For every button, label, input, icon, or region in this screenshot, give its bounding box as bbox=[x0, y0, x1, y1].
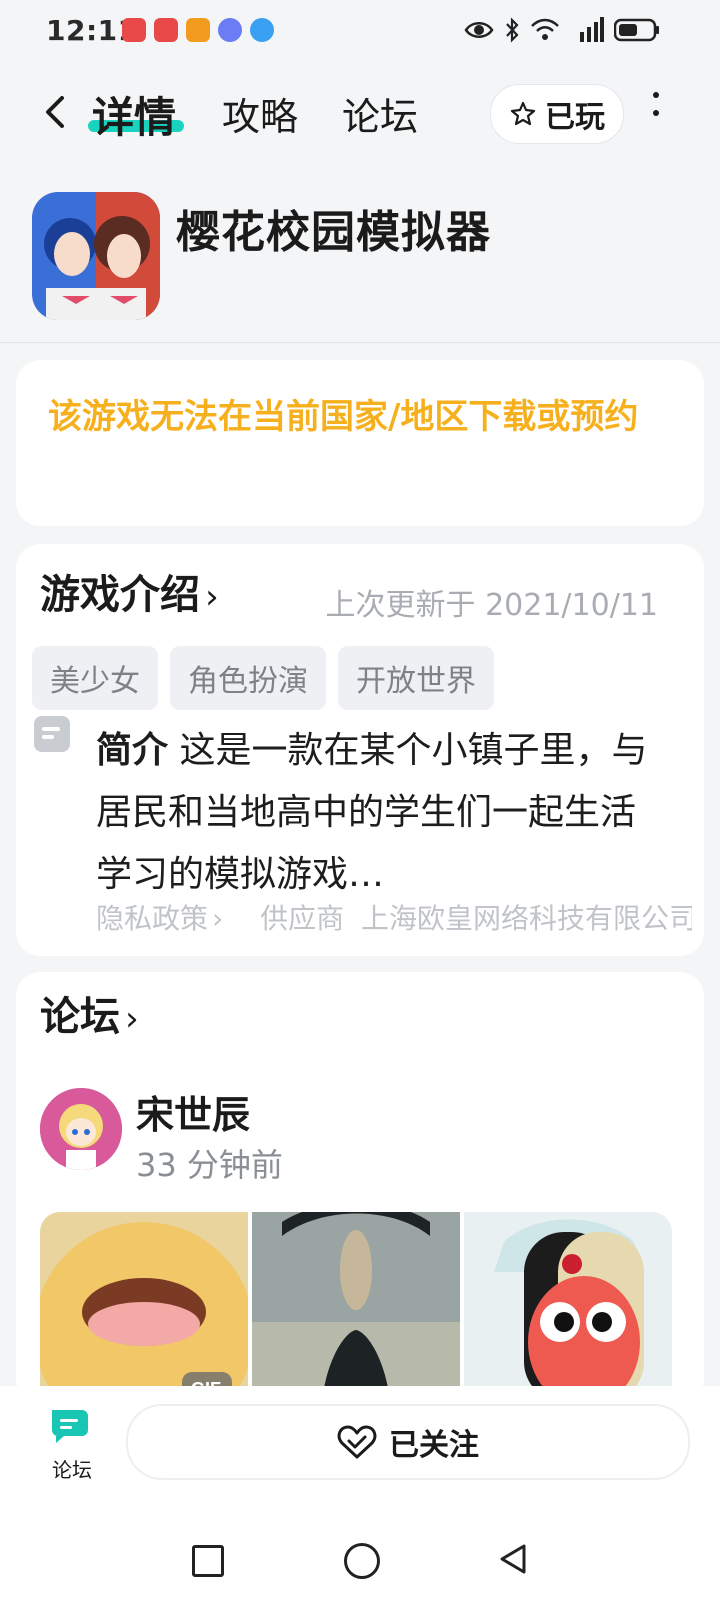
header-divider bbox=[0, 342, 720, 343]
tag[interactable]: 美少女 bbox=[32, 646, 158, 710]
supplier-label: 供应商 bbox=[260, 902, 345, 935]
heart-check-icon bbox=[337, 1425, 377, 1459]
game-intro-header[interactable]: 游戏介绍 › bbox=[40, 562, 219, 620]
policy-row: 隐私政策 › 供应商 上海欧皇网络科技有限公司 bbox=[96, 897, 692, 937]
post-image[interactable] bbox=[464, 1212, 672, 1402]
region-warning-text: 该游戏无法在当前国家/地区下载或预约 bbox=[48, 397, 639, 437]
back-icon[interactable] bbox=[36, 92, 76, 132]
app-red-icon bbox=[122, 18, 146, 42]
follow-button[interactable]: 已关注 bbox=[126, 1404, 690, 1480]
app-title: 樱花校园模拟器 bbox=[176, 207, 491, 258]
tag[interactable]: 角色扮演 bbox=[170, 646, 326, 710]
description-label: 简介 bbox=[96, 730, 169, 771]
post-author[interactable]: 宋世辰 bbox=[136, 1084, 250, 1139]
section-title: 游戏介绍 bbox=[40, 572, 200, 618]
played-button[interactable]: 已玩 bbox=[490, 84, 624, 144]
forum-chat-icon[interactable] bbox=[48, 1406, 92, 1446]
tab-guides[interactable]: 攻略 bbox=[222, 86, 298, 141]
signal-4g-icon bbox=[580, 17, 604, 42]
app-red-icon bbox=[154, 18, 178, 42]
supplier-name: 上海欧皇网络科技有限公司 bbox=[361, 902, 692, 935]
eye-icon bbox=[464, 22, 494, 38]
status-bar: 12:11 bbox=[0, 0, 720, 64]
section-title: 论坛 bbox=[40, 994, 120, 1040]
played-label: 已玩 bbox=[545, 100, 605, 135]
tag-list: 美少女 角色扮演 开放世界 bbox=[32, 646, 494, 710]
description-text: 这是一款在某个小镇子里，与居民和当地高中的学生们一起生活学习的模拟游戏… bbox=[96, 730, 648, 895]
tag[interactable]: 开放世界 bbox=[338, 646, 494, 710]
game-orange-icon bbox=[186, 18, 210, 42]
game-description[interactable]: 简介 这是一款在某个小镇子里，与居民和当地高中的学生们一起生活学习的模拟游戏… bbox=[96, 720, 656, 906]
recents-button[interactable] bbox=[192, 1545, 224, 1577]
forum-tab-label[interactable]: 论坛 bbox=[52, 1454, 92, 1483]
document-icon bbox=[34, 716, 70, 752]
chevron-right-icon: › bbox=[212, 902, 224, 935]
forum-header[interactable]: 论坛 › bbox=[40, 984, 139, 1042]
post-image[interactable] bbox=[252, 1212, 460, 1402]
avatar[interactable] bbox=[40, 1088, 122, 1170]
post-image[interactable]: GIF bbox=[40, 1212, 248, 1402]
star-icon bbox=[510, 101, 536, 126]
post-time: 33 分钟前 bbox=[136, 1146, 283, 1184]
music-icon bbox=[218, 18, 242, 42]
bluetooth-icon bbox=[506, 17, 519, 43]
browser-icon bbox=[250, 18, 274, 42]
status-right-icons bbox=[464, 16, 660, 44]
chevron-right-icon: › bbox=[205, 577, 219, 617]
privacy-policy-link[interactable]: 隐私政策 bbox=[96, 902, 208, 935]
follow-label: 已关注 bbox=[389, 1428, 479, 1463]
home-button[interactable] bbox=[344, 1543, 380, 1579]
battery-icon bbox=[614, 18, 659, 42]
more-options-icon[interactable] bbox=[644, 92, 668, 134]
wifi-icon bbox=[531, 18, 559, 40]
tab-details[interactable]: 详情 bbox=[92, 84, 176, 145]
last-update: 上次更新于 2021/10/11 bbox=[325, 588, 658, 623]
system-back-icon[interactable] bbox=[496, 1542, 530, 1576]
chevron-right-icon: › bbox=[125, 999, 139, 1039]
app-icon bbox=[32, 192, 160, 320]
tab-forum[interactable]: 论坛 bbox=[342, 86, 418, 141]
